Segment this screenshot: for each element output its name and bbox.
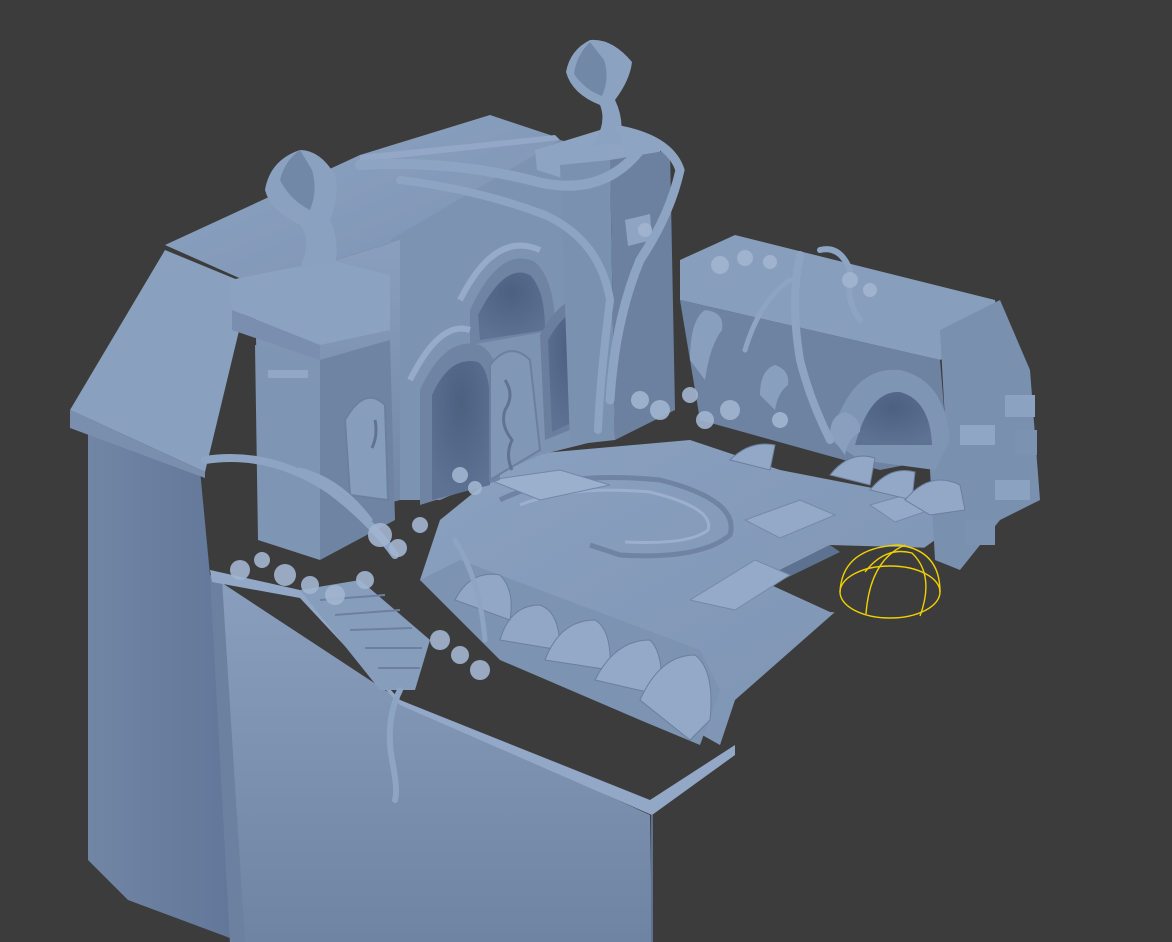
3d-viewport[interactable] bbox=[0, 0, 1172, 942]
scene-render[interactable] bbox=[0, 0, 1172, 942]
